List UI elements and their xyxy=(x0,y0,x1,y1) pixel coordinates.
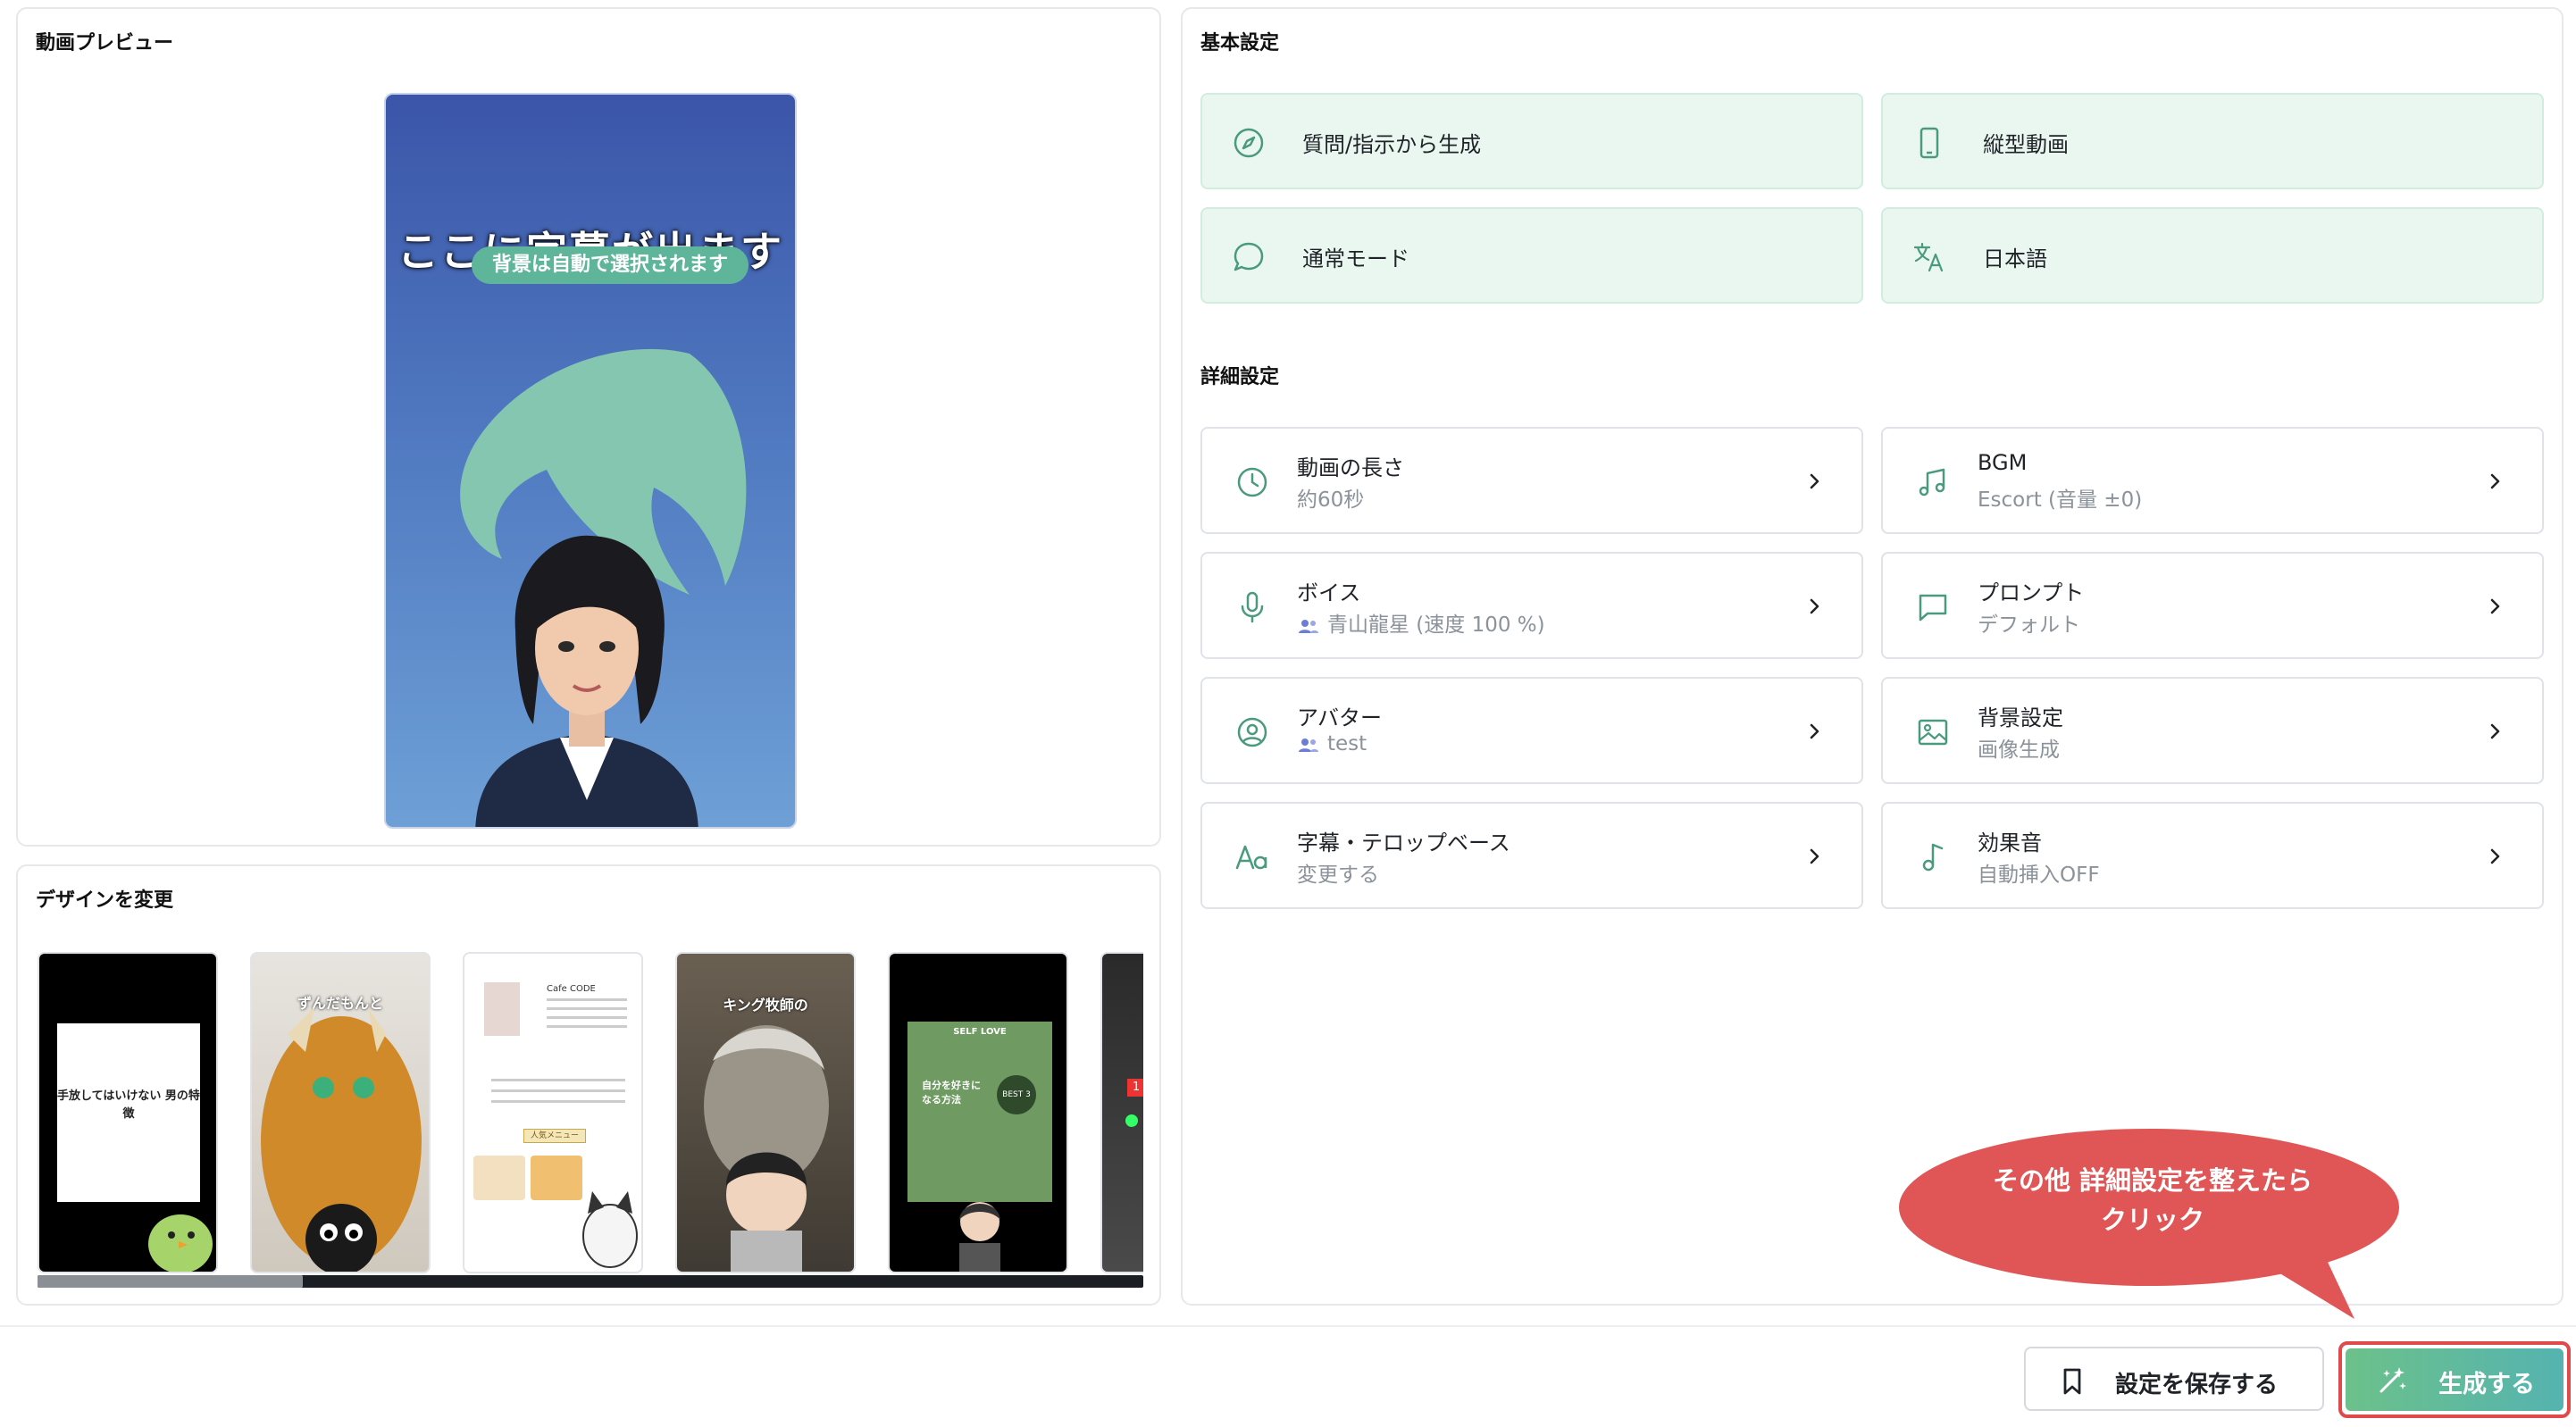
bookmark-icon xyxy=(2063,1368,2081,1395)
avatar-setting[interactable]: アバター test xyxy=(1200,677,1863,784)
basic-settings-title: 基本設定 xyxy=(1200,32,1280,54)
setting-label: 動画の長さ xyxy=(1297,455,1404,480)
setting-value: デフォルト xyxy=(1978,613,2080,637)
vertical-video-option[interactable]: 縦型動画 xyxy=(1881,93,2544,189)
chat-bubble-icon xyxy=(1234,242,1264,271)
setting-value: 自動挿入OFF xyxy=(1978,864,2100,887)
design-thumbnail-strip[interactable]: 手放してはいけない 男の特徴 ずんだもんと Cafe CODE 人気メニュー キ… xyxy=(38,952,1143,1291)
setting-label: BGM xyxy=(1978,450,2028,475)
design-thumbnail[interactable]: 1 xyxy=(1100,952,1143,1273)
chevron-right-icon xyxy=(1810,723,1819,739)
boy-character-icon xyxy=(959,1202,1000,1272)
setting-value: test xyxy=(1327,732,1367,755)
music-icon xyxy=(1919,468,1945,497)
translate-icon xyxy=(1913,242,1944,272)
generate-from-question-option[interactable]: 質問/指示から生成 xyxy=(1200,93,1863,189)
chevron-right-icon xyxy=(2490,723,2500,739)
thumbnail-caption: SELF LOVE xyxy=(953,1027,1007,1037)
thumbnail-caption: 1 xyxy=(1127,1079,1143,1097)
language-option[interactable]: 日本語 xyxy=(1881,207,2544,304)
avatar-woman-illustration xyxy=(475,535,698,827)
save-settings-button[interactable]: 設定を保存する xyxy=(2024,1347,2324,1411)
bgm-setting[interactable]: BGM Escort (音量 ±0) xyxy=(1881,427,2544,534)
basic-option-label: 通常モード xyxy=(1302,246,1409,271)
basic-option-label: 縦型動画 xyxy=(1983,132,2069,157)
video-length-setting[interactable]: 動画の長さ 約60秒 xyxy=(1200,427,1863,534)
video-preview-canvas: ここに字幕が出ます 背景は自動で選択されます xyxy=(384,93,797,829)
design-thumbnail[interactable]: ずんだもんと xyxy=(250,952,431,1273)
thumbnail-caption: Cafe CODE xyxy=(547,984,596,994)
message-square-icon xyxy=(1919,594,1947,622)
phone-icon xyxy=(1919,127,1939,159)
clock-icon xyxy=(1237,467,1267,497)
horizontal-scrollbar[interactable] xyxy=(38,1275,1143,1288)
users-icon xyxy=(1299,619,1318,633)
voice-setting[interactable]: ボイス 青山龍星 (速度 100 %) xyxy=(1200,552,1863,659)
setting-value: 変更する xyxy=(1297,864,1379,887)
generate-button-label: 生成する xyxy=(2438,1371,2535,1398)
settings-panel: 基本設定 質問/指示から生成 縦型動画 通常モード 日本語 詳細設定 動画の長さ… xyxy=(1181,7,2563,1306)
callout-line-2: クリック xyxy=(2100,1205,2204,1235)
setting-label: 効果音 xyxy=(1978,830,2042,855)
compass-icon xyxy=(1234,128,1264,158)
detail-settings-title: 詳細設定 xyxy=(1200,366,1280,388)
generate-button-highlight: 生成する xyxy=(2338,1341,2571,1418)
setting-value-row: test xyxy=(1297,732,1367,755)
background-setting[interactable]: 背景設定 画像生成 xyxy=(1881,677,2544,784)
user-circle-icon xyxy=(1237,717,1267,747)
design-change-panel: デザインを変更 手放してはいけない 男の特徴 ずんだもんと Cafe CODE … xyxy=(16,864,1161,1306)
setting-label: 背景設定 xyxy=(1978,705,2063,730)
setting-label: プロンプト xyxy=(1978,580,2085,605)
prompt-setting[interactable]: プロンプト デフォルト xyxy=(1881,552,2544,659)
setting-label: ボイス xyxy=(1297,580,1361,605)
design-thumbnail[interactable]: Cafe CODE 人気メニュー xyxy=(463,952,643,1273)
chick-character-icon xyxy=(148,1214,213,1272)
cat-character-icon xyxy=(582,1191,638,1268)
thumbnail-caption: 手放してはいけない 男の特徴 xyxy=(57,1089,200,1121)
microphone-icon xyxy=(1241,591,1264,623)
background-auto-badge: 背景は自動で選択されます xyxy=(472,246,749,284)
monster-character-image xyxy=(261,1007,422,1272)
subtitle-base-setting[interactable]: 字幕・テロップベース 変更する xyxy=(1200,802,1863,909)
chevron-right-icon xyxy=(1810,473,1819,489)
users-icon xyxy=(1299,738,1318,752)
basic-option-label: 日本語 xyxy=(1983,246,2047,271)
image-icon xyxy=(1918,719,1948,746)
chevron-right-icon xyxy=(1810,848,1819,864)
callout-line-1: その他 詳細設定を整えたら xyxy=(1992,1165,2313,1196)
best-badge: BEST 3 xyxy=(997,1075,1036,1114)
setting-value: Escort (音量 ±0) xyxy=(1978,488,2143,512)
save-button-label: 設定を保存する xyxy=(2115,1372,2279,1398)
thumbnail-menu-badge: 人気メニュー xyxy=(523,1129,586,1143)
chevron-right-icon xyxy=(2490,848,2500,864)
design-title: デザインを変更 xyxy=(36,889,174,912)
setting-value-row: 青山龍星 (速度 100 %) xyxy=(1297,607,1545,638)
normal-mode-option[interactable]: 通常モード xyxy=(1200,207,1863,304)
setting-value: 画像生成 xyxy=(1978,739,2060,762)
scrollbar-thumb[interactable] xyxy=(38,1275,303,1288)
setting-value: 約60秒 xyxy=(1297,488,1365,512)
chevron-right-icon xyxy=(2490,473,2500,489)
chevron-right-icon xyxy=(1810,598,1819,614)
callout-text: その他 詳細設定を整えたら クリック xyxy=(1920,1161,2385,1239)
design-thumbnail[interactable]: 手放してはいけない 男の特徴 xyxy=(38,952,218,1273)
thumbnail-subcaption: 自分を好きに なる方法 xyxy=(922,1080,981,1106)
old-man-portrait-image xyxy=(704,1025,829,1272)
setting-label: 字幕・テロップベース xyxy=(1297,830,1510,855)
chevron-right-icon xyxy=(2490,598,2500,614)
setting-value: 青山龍星 (速度 100 %) xyxy=(1327,613,1545,637)
design-thumbnail[interactable]: SELF LOVE 自分を好きに なる方法 BEST 3 xyxy=(888,952,1068,1273)
text-aa-icon xyxy=(1235,845,1267,870)
preview-title: 動画プレビュー xyxy=(36,32,174,54)
design-thumbnail[interactable]: キング牧師の xyxy=(675,952,856,1273)
music-note-icon xyxy=(1922,843,1944,872)
video-preview-panel: 動画プレビュー ここに字幕が出ます 背景は自動で選択されます xyxy=(16,7,1161,847)
magic-wand-icon xyxy=(2379,1367,2406,1393)
bottom-bar-divider xyxy=(0,1325,2576,1327)
sound-effect-setting[interactable]: 効果音 自動挿入OFF xyxy=(1881,802,2544,909)
generate-button[interactable]: 生成する xyxy=(2346,1348,2563,1411)
setting-label: アバター xyxy=(1297,705,1383,730)
basic-option-label: 質問/指示から生成 xyxy=(1302,132,1482,157)
